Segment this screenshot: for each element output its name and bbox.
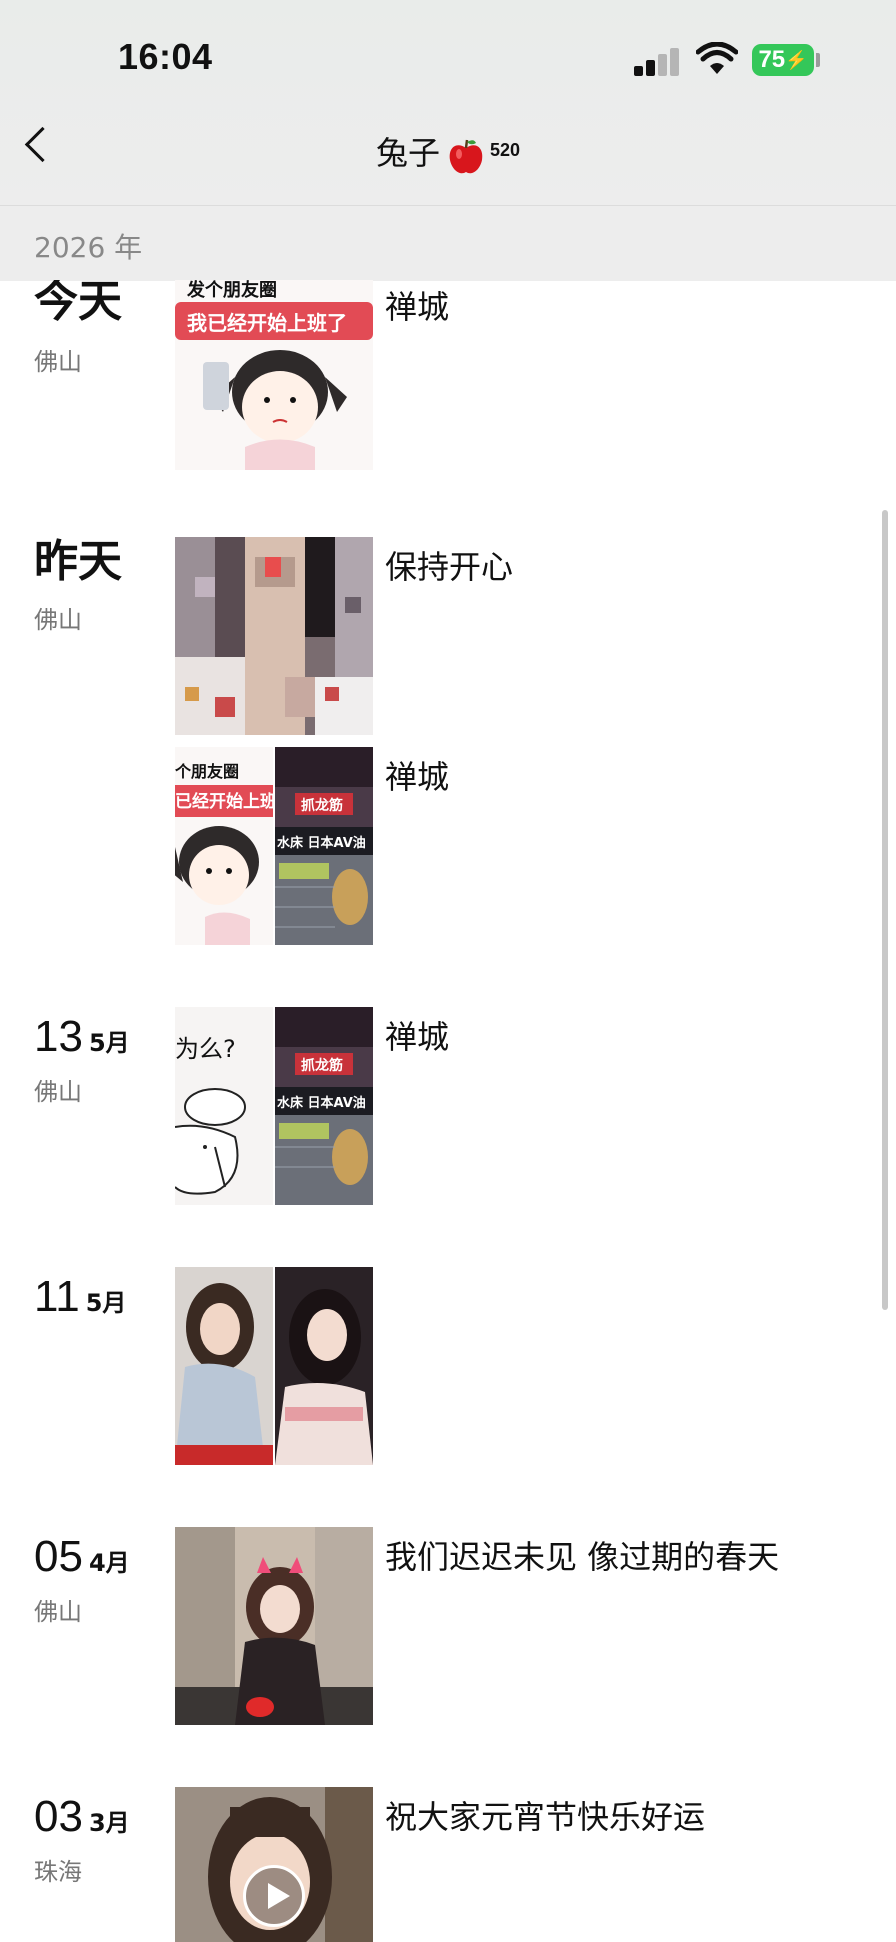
post-image[interactable] xyxy=(275,1267,373,1465)
post-image[interactable] xyxy=(175,537,373,735)
post-date: 今天 xyxy=(34,280,122,324)
post-location: 佛山 xyxy=(34,1078,82,1106)
date-month: 5月 xyxy=(88,1029,130,1057)
post-image[interactable] xyxy=(175,1527,373,1725)
scrollbar[interactable] xyxy=(882,510,888,1310)
post-date: 13 5月 xyxy=(34,1015,130,1059)
post-image-text: 为么? xyxy=(175,1035,236,1063)
post-location: 佛山 xyxy=(34,1598,82,1626)
year-label: 2026 年 xyxy=(34,231,143,264)
date-day: 昨天 xyxy=(34,536,122,587)
post-image[interactable]: 抓龙筋 水床 日本AV油 xyxy=(275,1007,373,1205)
post-date: 昨天 xyxy=(34,540,122,584)
post-location: 佛山 xyxy=(34,348,82,376)
post-date: 03 3月 xyxy=(34,1795,130,1839)
post-image[interactable]: 个朋友圈 已经开始上班 xyxy=(175,747,273,945)
post-image-text: 抓龙筋 xyxy=(301,797,343,814)
navigation-header: 16:04 75 ⚡ 兔子 520 xyxy=(0,0,896,205)
post-location: 珠海 xyxy=(34,1858,82,1886)
post-date: 11 5月 xyxy=(34,1275,126,1319)
post-image[interactable]: 为么? xyxy=(175,1007,273,1205)
post-image-text: 水床 日本AV油 xyxy=(277,835,366,851)
date-day: 11 xyxy=(34,1272,80,1321)
cellular-signal-icon xyxy=(634,48,682,76)
post-caption: 保持开心 xyxy=(385,548,514,586)
post-location: 佛山 xyxy=(34,606,82,634)
battery-tip xyxy=(816,53,820,67)
year-section-header: 2026 年 xyxy=(0,205,896,281)
post-image-text: 已经开始上班 xyxy=(175,791,273,812)
post-caption: 祝大家元宵节快乐好运 xyxy=(385,1798,706,1836)
post-caption: 我们迟迟未见 像过期的春天 xyxy=(385,1538,780,1576)
post-image-text: 发个朋友圈 xyxy=(186,280,277,301)
date-day: 03 xyxy=(34,1792,83,1841)
post-image-text: 抓龙筋 xyxy=(301,1057,343,1074)
battery-indicator: 75 ⚡ xyxy=(752,44,814,76)
post-image-text: 水床 日本AV油 xyxy=(277,1095,366,1111)
date-day: 今天 xyxy=(34,280,122,327)
profile-name: 兔子 xyxy=(375,134,440,172)
post-image[interactable]: 抓龙筋 水床 日本AV油 xyxy=(275,747,373,945)
post-image[interactable] xyxy=(175,1267,273,1465)
post-date: 05 4月 xyxy=(34,1535,130,1579)
play-icon[interactable] xyxy=(243,1865,305,1927)
post-image[interactable]: 发个朋友圈 我已经开始上班了 xyxy=(175,280,373,470)
date-month: 3月 xyxy=(88,1809,130,1837)
date-month: 4月 xyxy=(88,1549,130,1577)
post-caption: 禅城 xyxy=(385,288,450,326)
post-image-text: 个朋友圈 xyxy=(175,762,239,781)
status-time: 16:04 xyxy=(118,36,213,77)
date-day: 13 xyxy=(34,1012,83,1061)
battery-level: 75 xyxy=(758,46,786,73)
red-apple-icon xyxy=(449,139,483,174)
date-month: 5月 xyxy=(85,1289,127,1317)
post-image-text: 我已经开始上班了 xyxy=(187,311,347,335)
post-caption: 禅城 xyxy=(385,758,450,796)
page-title: 兔子 520 xyxy=(0,128,896,174)
date-day: 05 xyxy=(34,1532,83,1581)
wifi-icon xyxy=(696,42,738,74)
post-caption: 禅城 xyxy=(385,1018,450,1056)
title-badge: 520 xyxy=(489,140,521,160)
moments-feed[interactable]: 今天 佛山 发个朋友圈 我已经开始上班了 禅城 昨天 佛山 保持开心 个朋友圈 … xyxy=(0,280,896,1942)
post-video[interactable] xyxy=(175,1787,373,1942)
